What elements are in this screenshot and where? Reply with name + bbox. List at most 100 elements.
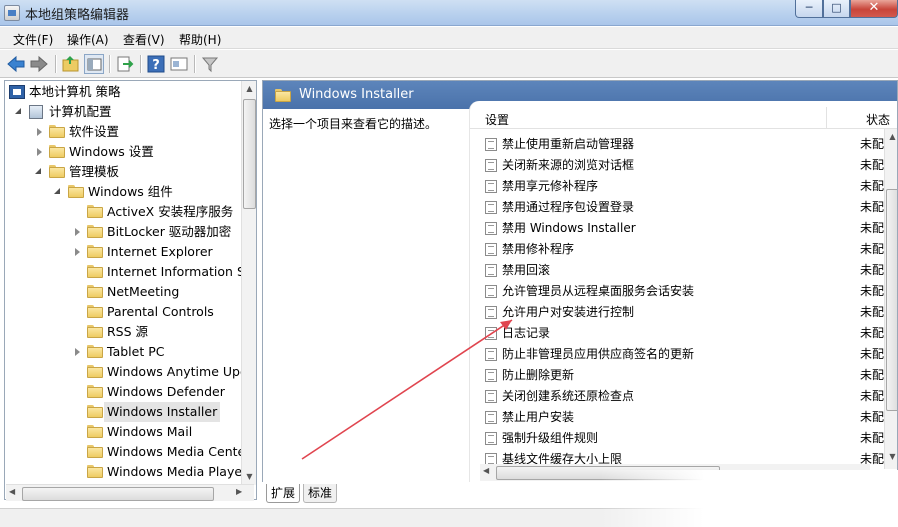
collapsed-arrow-icon[interactable]: [75, 348, 80, 356]
setting-state: 未配置: [860, 305, 886, 319]
menu-action[interactable]: 操作(A): [67, 31, 109, 48]
setting-name: 关闭创建系统还原检查点: [502, 389, 635, 403]
show-hide-tree-icon[interactable]: [84, 54, 104, 74]
table-row[interactable]: 关闭新来源的浏览对话框 未配置: [470, 155, 886, 176]
table-row[interactable]: 允许用户对安装进行控制 未配置: [470, 302, 886, 323]
back-arrow-icon[interactable]: [6, 54, 26, 74]
collapsed-arrow-icon[interactable]: [37, 148, 42, 156]
image-fade: [600, 470, 898, 527]
folder-icon: [87, 365, 103, 378]
setting-name: 允许用户对安装进行控制: [502, 305, 635, 319]
policy-setting-icon: [485, 348, 497, 361]
table-row[interactable]: 允许管理员从远程桌面服务会话安装 未配置: [470, 281, 886, 302]
tree-item-label: RSS 源: [107, 324, 149, 339]
help-icon[interactable]: ?: [146, 54, 166, 74]
setting-state: 未配置: [860, 368, 886, 382]
collapsed-arrow-icon[interactable]: [75, 248, 80, 256]
tree-item[interactable]: 管理模板: [5, 162, 241, 182]
table-row[interactable]: 禁用享元修补程序 未配置: [470, 176, 886, 197]
scrollbar-thumb[interactable]: [243, 99, 256, 209]
tree-item[interactable]: Windows 组件: [5, 182, 241, 202]
table-row[interactable]: 日志记录 未配置: [470, 323, 886, 344]
setting-name: 禁用 Windows Installer: [502, 221, 636, 235]
table-row[interactable]: 禁用 Windows Installer 未配置: [470, 218, 886, 239]
tree-item[interactable]: RSS 源: [5, 322, 241, 342]
maximize-button[interactable]: □: [823, 0, 850, 18]
tree-item[interactable]: Windows Anytime Upgı: [5, 362, 251, 382]
table-row[interactable]: 防止非管理员应用供应商签名的更新 未配置: [470, 344, 886, 365]
close-button[interactable]: ✕: [850, 0, 898, 18]
tree-item[interactable]: BitLocker 驱动器加密: [5, 222, 241, 242]
collapsed-arrow-icon[interactable]: [75, 228, 80, 236]
scrollbar-thumb[interactable]: [886, 189, 897, 411]
tree-item[interactable]: Windows Media Center: [5, 442, 250, 462]
column-state[interactable]: 状态: [866, 111, 896, 128]
tree-horizontal-scrollbar[interactable]: ◀ ▶: [6, 484, 254, 501]
table-row[interactable]: 禁用通过程序包设置登录 未配置: [470, 197, 886, 218]
tree-item[interactable]: Windows 设置: [5, 142, 241, 162]
table-row[interactable]: 关闭创建系统还原检查点 未配置: [470, 386, 886, 407]
scrollbar-thumb[interactable]: [22, 487, 214, 501]
menu-file[interactable]: 文件(F): [13, 31, 53, 48]
tree-item[interactable]: Parental Controls: [5, 302, 241, 322]
tree-item[interactable]: 软件设置: [5, 122, 241, 142]
tree-item-label: Tablet PC: [107, 344, 165, 359]
setting-state: 未配置: [860, 389, 886, 403]
setting-name: 禁用通过程序包设置登录: [502, 200, 635, 214]
tree-vertical-scrollbar[interactable]: ▲ ▼: [241, 81, 256, 485]
export-list-icon[interactable]: [115, 54, 135, 74]
setting-state: 未配置: [860, 137, 886, 151]
forward-arrow-icon[interactable]: [29, 54, 49, 74]
scroll-up-arrow-icon[interactable]: ▲: [242, 81, 256, 97]
folder-icon: [87, 385, 103, 398]
setting-name: 关闭新来源的浏览对话框: [502, 158, 635, 172]
tab-extended[interactable]: 扩展: [266, 484, 301, 503]
tree-item-label: Windows Anytime Upgı: [107, 364, 252, 379]
filter-icon[interactable]: [200, 54, 220, 74]
tree-item[interactable]: NetMeeting: [5, 282, 241, 302]
tree-item[interactable]: ActiveX 安装程序服务: [5, 202, 241, 222]
tree-item[interactable]: Internet Information Se: [5, 262, 253, 282]
menu-bar: 文件(F) 操作(A) 查看(V) 帮助(H): [0, 27, 898, 49]
expanded-arrow-icon[interactable]: [35, 168, 41, 174]
scroll-up-arrow-icon[interactable]: ▲: [885, 129, 897, 145]
setting-state: 未配置: [860, 242, 886, 256]
collapsed-arrow-icon[interactable]: [37, 128, 42, 136]
tree-item[interactable]: Tablet PC: [5, 342, 241, 362]
scroll-down-arrow-icon[interactable]: ▼: [242, 469, 256, 485]
table-row[interactable]: 禁用修补程序 未配置: [470, 239, 886, 260]
tree-item[interactable]: Windows Mail: [5, 422, 241, 442]
menu-help[interactable]: 帮助(H): [179, 31, 221, 48]
tab-standard[interactable]: 标准: [303, 484, 338, 503]
column-setting[interactable]: 设置: [485, 111, 509, 128]
tree-item-label: 本地计算机 策略: [29, 84, 121, 99]
expanded-arrow-icon[interactable]: [15, 108, 21, 114]
tree-item[interactable]: Windows Defender: [5, 382, 241, 402]
table-row[interactable]: 禁用回滚 未配置: [470, 260, 886, 281]
tree-item-label: ActiveX 安装程序服务: [107, 204, 234, 219]
scroll-down-arrow-icon[interactable]: ▼: [885, 449, 897, 465]
tree-item[interactable]: Windows Installer: [5, 402, 241, 422]
table-row[interactable]: 禁止使用重新启动管理器 未配置: [470, 134, 886, 155]
tree-item-label: Windows 组件: [88, 184, 173, 199]
expanded-arrow-icon[interactable]: [54, 188, 60, 194]
tree-item[interactable]: 本地计算机 策略: [5, 82, 241, 102]
title-bar: 本地组策略编辑器 ─ □ ✕: [0, 0, 898, 26]
tree-item[interactable]: Internet Explorer: [5, 242, 241, 262]
folder-icon: [87, 285, 103, 298]
tree-item[interactable]: Windows Media Player: [5, 462, 247, 482]
menu-view[interactable]: 查看(V): [123, 31, 165, 48]
table-row[interactable]: 禁止用户安装 未配置: [470, 407, 886, 428]
tree-item[interactable]: 计算机配置: [5, 102, 241, 122]
folder-icon: [87, 425, 103, 438]
properties-icon[interactable]: [169, 54, 189, 74]
folder-icon: [87, 445, 103, 458]
list-vertical-scrollbar[interactable]: ▲ ▼: [884, 129, 897, 469]
table-row[interactable]: 强制升级组件规则 未配置: [470, 428, 886, 449]
up-folder-icon[interactable]: [61, 54, 81, 74]
table-row[interactable]: 防止删除更新 未配置: [470, 365, 886, 386]
minimize-button[interactable]: ─: [795, 0, 823, 18]
policy-setting-icon: [485, 138, 497, 151]
setting-state: 未配置: [860, 410, 886, 424]
folder-icon: [87, 205, 103, 218]
